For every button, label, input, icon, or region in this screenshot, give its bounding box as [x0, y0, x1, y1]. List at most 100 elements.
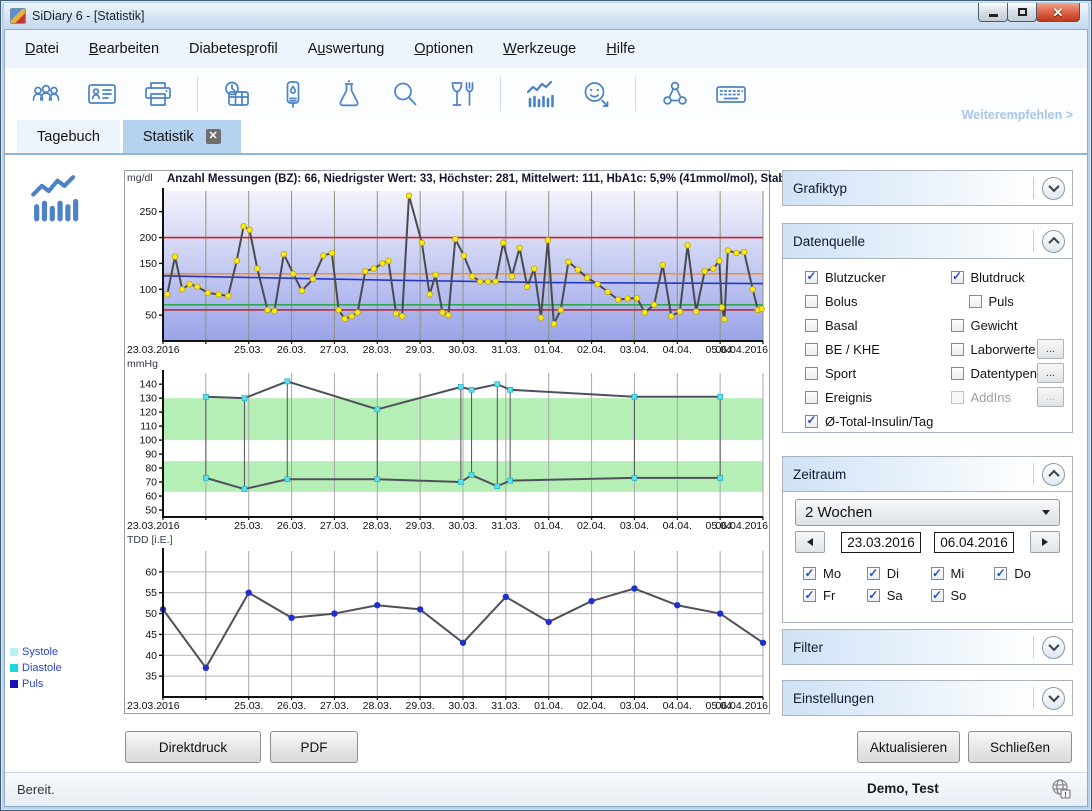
insulin-pump-icon[interactable]: [276, 77, 310, 111]
checkbox-laborwerte[interactable]: Laborwerte: [951, 337, 1036, 361]
menu-bearbeiten[interactable]: Bearbeiten: [89, 41, 159, 57]
checkbox-icon: [805, 367, 818, 380]
checkbox-puls[interactable]: Puls: [969, 289, 1014, 313]
menu-datei[interactable]: Datei: [25, 41, 59, 57]
schliessen-button[interactable]: Schließen: [968, 731, 1072, 763]
checkbox-mo[interactable]: Mo: [803, 563, 867, 584]
checkbox-ereignis[interactable]: Ereignis: [805, 385, 951, 409]
close-button[interactable]: ✕: [1036, 3, 1080, 22]
menu-optionen[interactable]: Optionen: [414, 41, 473, 57]
datentypen-more-button[interactable]: ...: [1037, 363, 1064, 383]
checkbox-fr[interactable]: Fr: [803, 585, 867, 606]
printer-icon[interactable]: [141, 77, 175, 111]
checkbox-icon: [951, 319, 964, 332]
menu-label: A: [308, 41, 318, 57]
status-text: Bereit.: [17, 782, 55, 797]
checkbox-basal[interactable]: Basal: [805, 313, 951, 337]
date-to-input[interactable]: 06.04.2016: [934, 532, 1014, 553]
prev-period-button[interactable]: [795, 531, 825, 553]
checkbox-total-insulin[interactable]: Ø-Total-Insulin/Tag: [805, 409, 951, 433]
tab-statistik[interactable]: Statistik ✕: [123, 120, 241, 153]
statistics-icon[interactable]: [523, 77, 557, 111]
laborwerte-more-button[interactable]: ...: [1037, 339, 1064, 359]
range-select[interactable]: 2 Wochen: [795, 499, 1060, 526]
tab-close-icon[interactable]: ✕: [206, 129, 221, 144]
expand-grafiktyp-button[interactable]: [1042, 177, 1065, 200]
checkbox-bolus[interactable]: Bolus: [805, 289, 951, 313]
svg-text:100: 100: [139, 435, 157, 447]
svg-text:140: 140: [139, 379, 157, 391]
aktualisieren-button[interactable]: Aktualisieren: [857, 731, 960, 763]
svg-text:35: 35: [145, 671, 157, 683]
minimize-button[interactable]: [978, 3, 1008, 22]
share-icon[interactable]: [658, 77, 692, 111]
checkbox-icon: [994, 567, 1007, 580]
glucose-meter-icon[interactable]: [220, 77, 254, 111]
contact-card-icon[interactable]: [85, 77, 119, 111]
svg-text:28.03.: 28.03.: [363, 344, 392, 356]
keyboard-icon[interactable]: [714, 77, 748, 111]
menu-diabetesprofil[interactable]: Diabetesprofil: [189, 41, 278, 57]
direktdruck-button[interactable]: Direktdruck: [125, 731, 261, 763]
lab-flask-icon[interactable]: [332, 77, 366, 111]
menu-hilfe[interactable]: Hilfe: [606, 41, 635, 57]
chart-tdd: TDD [i.E.] 35404550556023.03.201625.03.2…: [125, 533, 769, 713]
svg-text:200: 200: [139, 232, 157, 244]
menu-werkzeuge[interactable]: Werkzeuge: [503, 41, 576, 57]
next-period-button[interactable]: [1030, 531, 1060, 553]
chevron-up-icon: [1048, 237, 1059, 248]
chevron-down-icon: [1048, 640, 1059, 651]
current-user: Demo, Test: [867, 781, 939, 796]
titlebar[interactable]: SiDiary 6 - [Statistik] ✕: [4, 3, 1088, 29]
users-icon[interactable]: [29, 77, 63, 111]
bp-legend: Systole Diastole Puls: [10, 644, 62, 692]
checkbox-sport[interactable]: Sport: [805, 361, 951, 385]
svg-text:30.03.: 30.03.: [448, 344, 477, 356]
expand-einstellungen-button[interactable]: [1042, 687, 1065, 710]
checkbox-be-khe[interactable]: BE / KHE: [805, 337, 951, 361]
svg-text:30.03.: 30.03.: [448, 700, 477, 712]
wellbeing-icon[interactable]: [579, 77, 613, 111]
search-icon[interactable]: [388, 77, 422, 111]
chevron-up-icon: [1048, 470, 1059, 481]
menu-label: ptionen: [426, 41, 474, 57]
checkbox-icon: [951, 391, 964, 404]
main-content: mg/dl Anzahl Messungen (BZ): 66, Niedrig…: [5, 155, 1087, 772]
checkbox-datentypen[interactable]: Datentypen: [951, 361, 1038, 385]
svg-text:150: 150: [139, 258, 157, 270]
svg-text:04.04.: 04.04.: [663, 520, 692, 532]
recommend-link[interactable]: Weiterempfehlen >: [962, 108, 1073, 122]
menu-key: O: [414, 41, 425, 57]
svg-text:01.04.: 01.04.: [534, 700, 563, 712]
svg-text:31.03.: 31.03.: [491, 700, 520, 712]
menu-label: swertung: [325, 41, 384, 57]
section-filter: Filter: [782, 629, 1073, 665]
collapse-datenquelle-button[interactable]: [1042, 230, 1065, 253]
svg-text:03.04.: 03.04.: [620, 344, 649, 356]
expand-filter-button[interactable]: [1042, 636, 1065, 659]
chevron-down-icon: [1048, 691, 1059, 702]
checkbox-so[interactable]: So: [931, 585, 995, 606]
restore-button[interactable]: [1007, 3, 1037, 22]
checkbox-sa[interactable]: Sa: [867, 585, 931, 606]
svg-text:120: 120: [139, 407, 157, 419]
nutrition-icon[interactable]: [444, 77, 478, 111]
svg-text:01.04.: 01.04.: [534, 344, 563, 356]
checkbox-gewicht[interactable]: Gewicht: [951, 313, 1018, 337]
checkbox-icon: [867, 567, 880, 580]
svg-text:23.03.2016: 23.03.2016: [127, 344, 180, 356]
weekday-checkboxes: Mo Di Mi Do Fr Sa So: [783, 553, 1072, 606]
menu-auswertung[interactable]: Auswertung: [308, 41, 385, 57]
checkbox-di[interactable]: Di: [867, 563, 931, 584]
svg-text:26.03.: 26.03.: [277, 344, 306, 356]
checkbox-blutdruck[interactable]: Blutdruck: [951, 265, 1025, 289]
checkbox-do[interactable]: Do: [994, 563, 1058, 584]
svg-text:60: 60: [145, 566, 157, 578]
collapse-zeitraum-button[interactable]: [1042, 463, 1065, 486]
checkbox-mi[interactable]: Mi: [931, 563, 995, 584]
pdf-button[interactable]: PDF: [270, 731, 358, 763]
svg-text:40: 40: [145, 650, 157, 662]
date-from-input[interactable]: 23.03.2016: [841, 532, 921, 553]
tab-tagebuch[interactable]: Tagebuch: [17, 120, 120, 153]
checkbox-blutzucker[interactable]: Blutzucker: [805, 265, 951, 289]
